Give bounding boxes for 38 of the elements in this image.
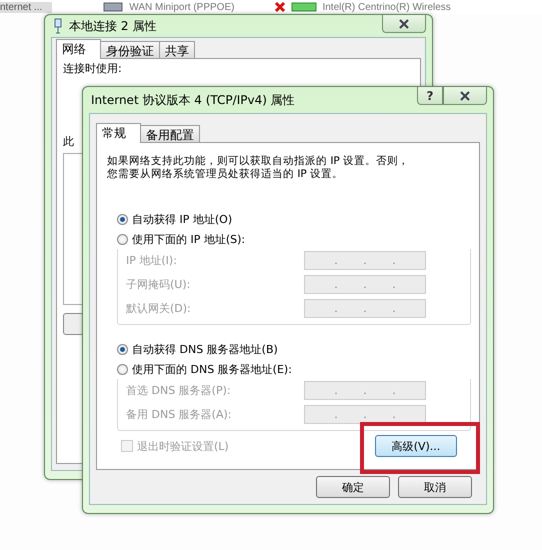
field-label: 首选 DNS 服务器(P): (126, 383, 231, 398)
radio-label: 自动获得 DNS 服务器地址(B) (132, 342, 278, 356)
dialog-title: Internet 协议版本 4 (TCP/IPv4) 属性 (91, 92, 296, 108)
advanced-button[interactable]: 高级(V)... (375, 435, 457, 457)
adapter-label[interactable]: WAN Miniport (PPPOE) (129, 2, 234, 12)
field-label: IP 地址(I): (126, 253, 177, 268)
field-label: 连接时使用: (63, 61, 122, 76)
window-title: 本地连接 2 属性 (69, 18, 158, 34)
close-button[interactable] (443, 87, 487, 105)
radio-label: 自动获得 IP 地址(O) (132, 212, 232, 226)
radio-button[interactable] (117, 344, 128, 354)
field-label: 备用 DNS 服务器(A): (126, 407, 232, 422)
tab[interactable]: 共享 (159, 41, 195, 58)
radio-label: 使用下面的 IP 地址(S): (132, 232, 246, 246)
adapter-label[interactable]: Intel(R) Centrino(R) Wireless (322, 2, 451, 12)
tab[interactable]: 网络 (56, 39, 101, 59)
tab[interactable]: 备用配置 (140, 125, 200, 142)
radio-label: 使用下面的 DNS 服务器地址(E): (132, 362, 292, 376)
close-icon (398, 18, 410, 28)
checkbox-label: 退出时验证设置(L) (137, 438, 229, 454)
dialog-button[interactable]: 取消 (398, 476, 472, 498)
modem-icon (102, 1, 124, 13)
radio-button[interactable] (117, 234, 128, 244)
network-plug-icon (53, 18, 63, 34)
dialog-button[interactable]: 确定 (316, 476, 390, 498)
intro-text: 您需要从网络系统管理员处获得适当的 IP 设置。 (107, 168, 344, 181)
radio-button[interactable] (117, 214, 128, 224)
tab[interactable]: 常规 (96, 123, 141, 143)
intro-text: 如果网络支持此功能，则可以获取自动指派的 IP 设置。否则， (107, 155, 410, 168)
radio-button[interactable] (117, 364, 128, 374)
signal-bars-icon (291, 2, 318, 12)
close-button[interactable] (382, 15, 426, 33)
help-button[interactable]: ? (417, 87, 443, 105)
section-label: 此 (63, 134, 74, 149)
field-label: 子网掩码(U): (126, 277, 190, 292)
close-icon (459, 90, 471, 100)
field-label: 默认网关(D): (126, 301, 191, 316)
tab[interactable]: 身份验证 (100, 41, 160, 58)
